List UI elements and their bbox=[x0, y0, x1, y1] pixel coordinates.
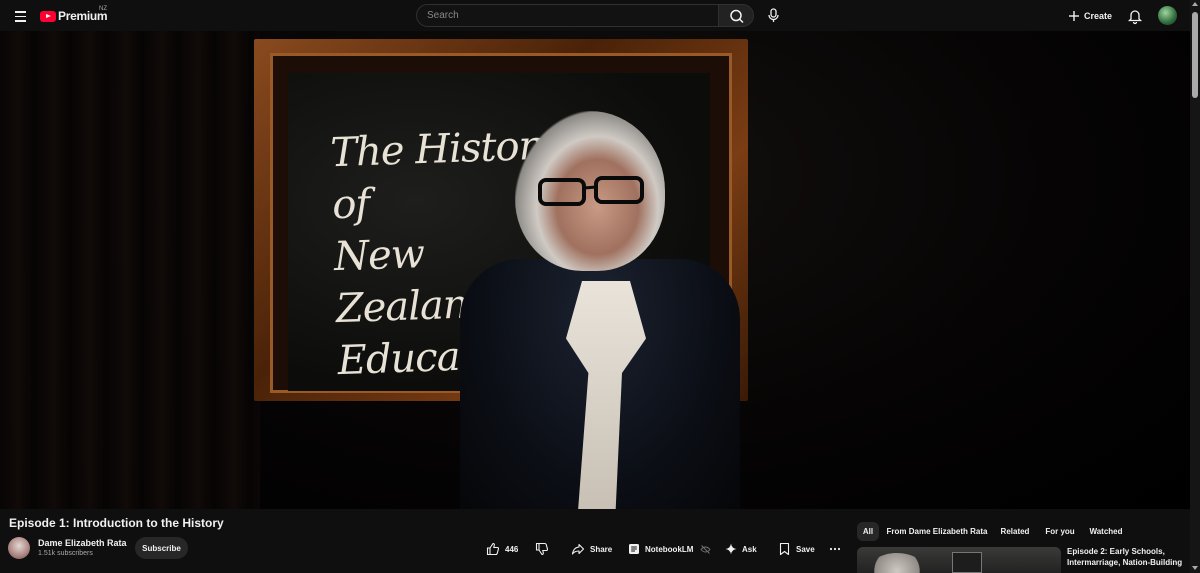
thumbs-up-icon bbox=[486, 542, 500, 556]
save-button[interactable]: Save bbox=[778, 540, 815, 558]
menu-icon[interactable] bbox=[11, 6, 31, 26]
subscribe-button[interactable]: Subscribe bbox=[135, 537, 188, 559]
bell-icon bbox=[1127, 10, 1143, 25]
share-button[interactable]: Share bbox=[571, 540, 612, 558]
video-frame: The History of New Zealand Education bbox=[0, 31, 1190, 509]
more-horizontal-icon bbox=[829, 547, 841, 551]
scroll-down-arrow-icon[interactable] bbox=[1192, 566, 1198, 570]
plus-icon bbox=[1069, 10, 1079, 21]
microphone-icon bbox=[768, 8, 779, 22]
recommendation-title[interactable]: Episode 2: Early Schools, Intermarriage,… bbox=[1067, 546, 1187, 568]
masthead: Premium NZ Create bbox=[0, 0, 1190, 31]
thumbs-down-icon bbox=[535, 542, 549, 556]
notebooklm-button[interactable]: NotebookLM bbox=[628, 540, 693, 558]
notebooklm-label: NotebookLM bbox=[645, 544, 694, 554]
search-box bbox=[416, 4, 719, 27]
ask-label: Ask bbox=[742, 544, 757, 554]
search-button[interactable] bbox=[718, 4, 754, 27]
notebook-icon bbox=[629, 544, 639, 554]
scroll-up-arrow-icon[interactable] bbox=[1192, 2, 1198, 6]
thumbnail-presenter bbox=[867, 553, 927, 573]
presenter-glasses bbox=[538, 176, 644, 206]
chip-related[interactable]: Related bbox=[998, 522, 1032, 541]
share-label: Share bbox=[590, 544, 613, 554]
search-input[interactable] bbox=[417, 5, 719, 26]
channel-avatar[interactable] bbox=[8, 537, 30, 559]
video-player[interactable]: The History of New Zealand Education bbox=[0, 31, 1190, 509]
hidden-visibility-button[interactable] bbox=[700, 540, 711, 558]
create-label: Create bbox=[1084, 10, 1113, 21]
more-actions-button[interactable] bbox=[829, 540, 841, 558]
voice-search-button[interactable] bbox=[762, 4, 785, 27]
subscriber-count: 1.51k subscribers bbox=[38, 550, 93, 557]
notifications-button[interactable] bbox=[1125, 6, 1145, 26]
thumbnail-screen bbox=[952, 552, 982, 573]
dislike-button[interactable] bbox=[535, 540, 549, 558]
ask-button[interactable]: Ask bbox=[725, 540, 757, 558]
youtube-premium-logo[interactable]: Premium bbox=[40, 8, 108, 24]
bookmark-icon bbox=[779, 542, 790, 556]
like-count: 446 bbox=[505, 544, 519, 554]
create-button[interactable]: Create bbox=[1068, 6, 1112, 25]
account-avatar[interactable] bbox=[1158, 6, 1177, 25]
background-curtain bbox=[0, 31, 260, 509]
save-label: Save bbox=[796, 544, 815, 554]
sparkle-icon bbox=[725, 543, 737, 555]
search-icon bbox=[730, 9, 744, 24]
chip-for-you[interactable]: For you bbox=[1043, 522, 1077, 541]
chip-watched[interactable]: Watched bbox=[1087, 522, 1125, 541]
chip-from-channel[interactable]: From Dame Elizabeth Rata bbox=[887, 522, 988, 541]
country-code: NZ bbox=[99, 6, 107, 12]
chip-all[interactable]: All bbox=[857, 522, 879, 541]
like-button[interactable]: 446 bbox=[486, 540, 518, 558]
youtube-play-icon bbox=[40, 10, 56, 22]
eye-off-icon bbox=[700, 544, 711, 554]
channel-name[interactable]: Dame Elizabeth Rata bbox=[38, 538, 127, 548]
video-title: Episode 1: Introduction to the History bbox=[9, 516, 224, 530]
scrollbar-thumb[interactable] bbox=[1192, 12, 1198, 98]
share-icon bbox=[571, 543, 585, 555]
page-scrollbar[interactable] bbox=[1190, 0, 1200, 573]
